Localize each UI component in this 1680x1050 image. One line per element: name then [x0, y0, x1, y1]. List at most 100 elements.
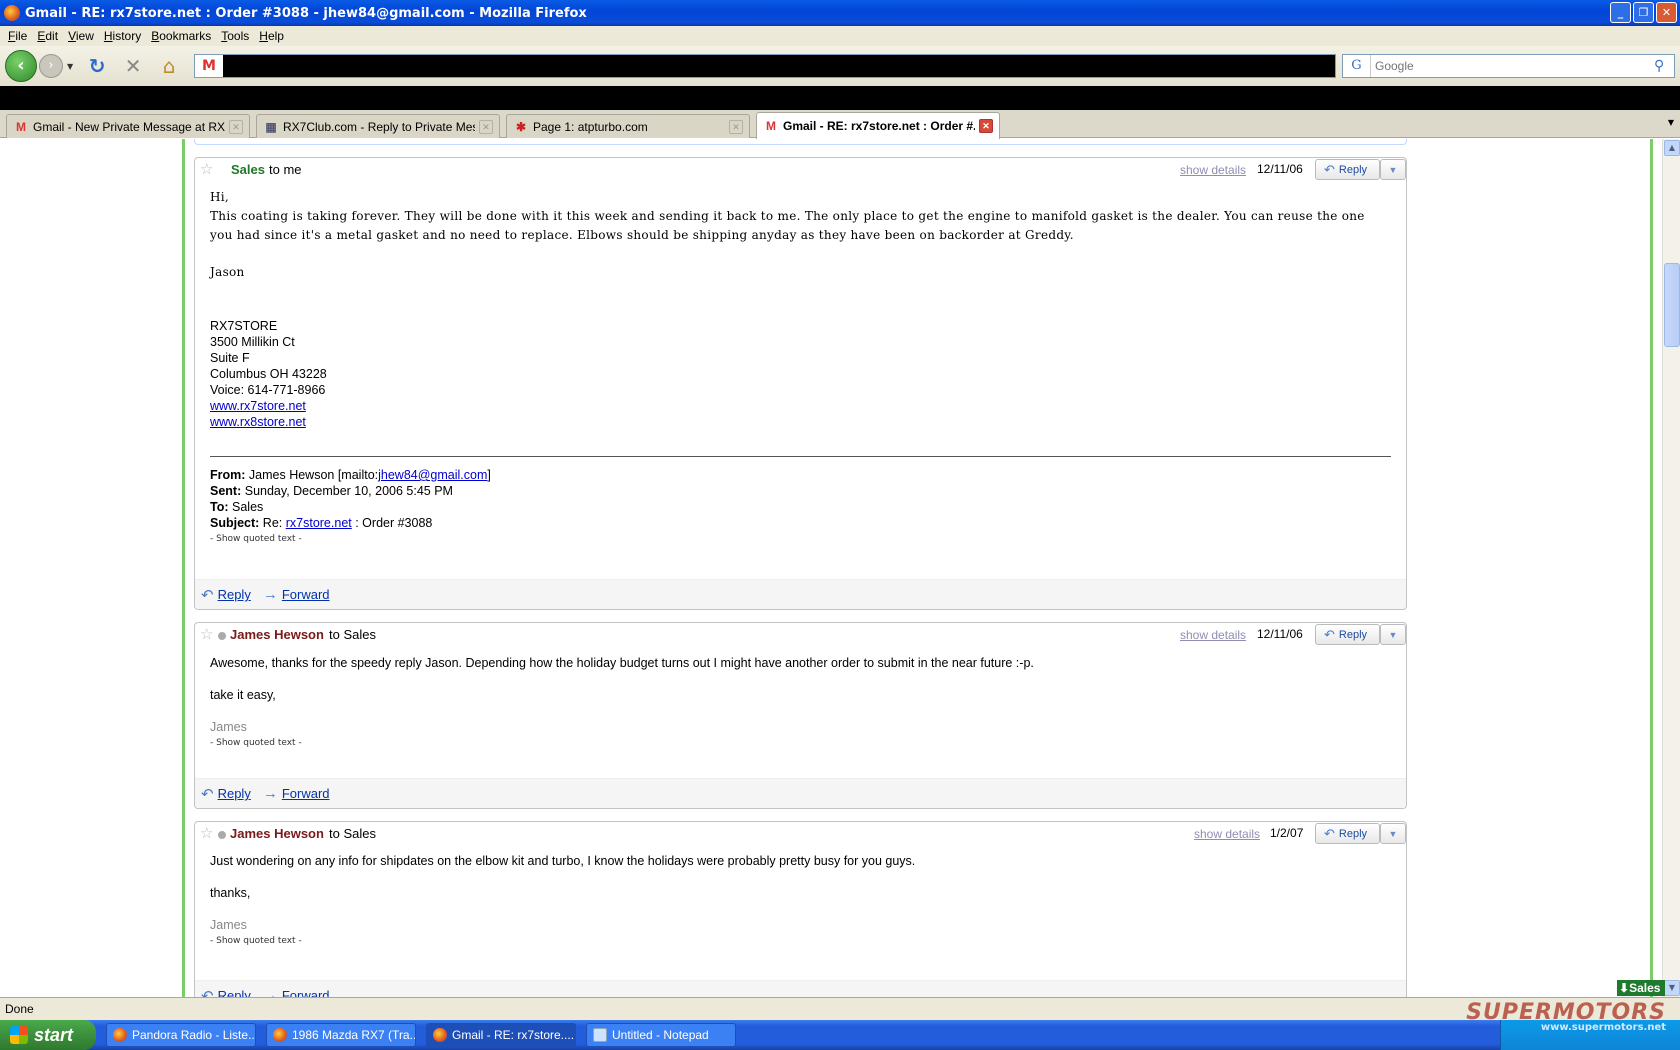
minimize-button[interactable]: _ [1610, 2, 1631, 23]
reply-label: Reply [1338, 628, 1368, 641]
show-details-link[interactable]: show details [1180, 628, 1246, 642]
tab-atpturbo[interactable]: ✱ Page 1: atpturbo.com ✕ [506, 114, 750, 138]
close-tab-icon[interactable]: ✕ [729, 119, 743, 134]
close-window-button[interactable]: ✕ [1656, 2, 1677, 23]
reply-button[interactable]: ↶ Reply [1315, 624, 1380, 645]
sender-name: Sales [231, 162, 265, 177]
menu-bookmarks[interactable]: Bookmarks [147, 29, 217, 43]
address-bar[interactable]: M [194, 54, 1336, 78]
forward-text: Forward [281, 988, 330, 997]
sender-name: James Hewson [230, 826, 324, 841]
recipient-text: to Sales [329, 627, 376, 642]
message-body: Hi, This coating is taking forever. They… [195, 182, 1406, 430]
footer-reply-link[interactable]: ↶ Reply [201, 987, 251, 998]
maximize-button[interactable]: ❐ [1633, 2, 1654, 23]
star-icon[interactable]: ☆ [200, 625, 213, 643]
firefox-icon [433, 1028, 447, 1042]
jump-to-sales-button[interactable]: ⬇Sales [1617, 980, 1665, 996]
search-box[interactable]: G ⚲ [1342, 54, 1675, 78]
from-value: James Hewson [mailto: [248, 468, 379, 482]
search-icon[interactable]: ⚲ [1654, 58, 1674, 74]
reply-button[interactable]: ↶ Reply [1315, 159, 1380, 180]
sent-value: Sunday, December 10, 2006 5:45 PM [244, 484, 453, 498]
message-footer: ↶ Reply → Forward [195, 778, 1406, 808]
taskbar-item-notepad[interactable]: Untitled - Notepad [586, 1023, 736, 1047]
reply-text: Reply [217, 988, 251, 997]
to-value: Sales [232, 500, 264, 514]
show-quoted-text-link[interactable]: - Show quoted text - [210, 933, 1391, 949]
message-body: Awesome, thanks for the speedy reply Jas… [195, 647, 1406, 751]
close-tab-icon[interactable]: ✕ [979, 119, 993, 133]
taskbar-item-gmail[interactable]: Gmail - RE: rx7store.... [426, 1023, 576, 1047]
footer-reply-link[interactable]: ↶ Reply [201, 586, 251, 604]
reply-label: Reply [1338, 827, 1368, 840]
reload-icon[interactable]: ↻ [85, 54, 109, 78]
windows-logo-icon [10, 1026, 28, 1044]
show-details-link[interactable]: show details [1180, 163, 1246, 177]
star-icon[interactable]: ☆ [200, 824, 213, 842]
tab-list-dropdown-icon[interactable]: ▼ [1668, 118, 1674, 127]
reply-button[interactable]: ↶ Reply [1315, 823, 1380, 844]
menu-file[interactable]: File [4, 29, 33, 43]
taskbar-item-mazda[interactable]: 1986 Mazda RX7 (Tra... [266, 1023, 416, 1047]
search-input[interactable] [1375, 59, 1654, 73]
footer-forward-link[interactable]: → Forward [263, 785, 330, 802]
tab-label: RX7Club.com - Reply to Private Message [283, 119, 475, 134]
history-dropdown-icon[interactable]: ▼ [67, 62, 73, 71]
search-engine-icon[interactable]: G [1343, 55, 1371, 77]
bookmarks-toolbar [0, 86, 1680, 110]
menu-history[interactable]: History [100, 29, 147, 43]
signature-line: RX7STORE [210, 319, 278, 333]
footer-reply-link[interactable]: ↶ Reply [201, 785, 251, 803]
message-header[interactable]: ☆ James Hewson to Sales show details 12/… [195, 623, 1406, 647]
start-label: start [34, 1024, 74, 1045]
star-icon[interactable]: ☆ [200, 160, 213, 178]
footer-forward-link[interactable]: → Forward [263, 987, 330, 997]
to-label: To: [210, 500, 229, 514]
reply-arrow-icon: ↶ [201, 987, 214, 998]
signature-line: 3500 Millikin Ct [210, 335, 295, 349]
show-quoted-text-link[interactable]: - Show quoted text - [210, 531, 1391, 547]
firefox-icon [4, 5, 20, 21]
footer-forward-link[interactable]: → Forward [263, 586, 330, 603]
message-text: take it easy, [210, 688, 276, 702]
menu-view[interactable]: View [64, 29, 100, 43]
rx7store-link[interactable]: www.rx7store.net [210, 399, 306, 413]
rx8store-link[interactable]: www.rx8store.net [210, 415, 306, 429]
stop-icon[interactable]: ✕ [121, 54, 145, 78]
message-card: ☆ James Hewson to Sales show details 12/… [194, 622, 1407, 809]
show-quoted-text-link[interactable]: - Show quoted text - [210, 735, 1391, 751]
menu-tools[interactable]: Tools [217, 29, 255, 43]
close-tab-icon[interactable]: ✕ [479, 119, 493, 134]
message-text: Just wondering on any info for shipdates… [210, 854, 916, 868]
signoff: James [210, 720, 247, 734]
subject-pre: Re: [262, 516, 283, 530]
menu-edit[interactable]: Edit [33, 29, 64, 43]
vertical-scrollbar[interactable]: ▲ ▼ [1662, 139, 1680, 997]
taskbar-item-pandora[interactable]: Pandora Radio - Liste... [106, 1023, 256, 1047]
tab-rx7club[interactable]: ▦ RX7Club.com - Reply to Private Message… [256, 114, 500, 138]
page-content: ☆ Sales to me show details 12/11/06 ↶ Rep… [0, 139, 1662, 997]
more-options-dropdown[interactable]: ▼ [1380, 159, 1406, 180]
back-button[interactable]: ‹ [5, 50, 37, 82]
email-link[interactable]: jhew84@gmail.com [378, 468, 487, 482]
menu-help[interactable]: Help [255, 29, 290, 43]
tab-gmail-order[interactable]: M Gmail - RE: rx7store.net : Order #... … [756, 112, 1000, 139]
message-text: Awesome, thanks for the speedy reply Jas… [210, 656, 1034, 670]
start-button[interactable]: start [0, 1020, 96, 1050]
reply-label: Reply [1338, 163, 1368, 176]
show-details-link[interactable]: show details [1194, 827, 1260, 841]
scroll-thumb[interactable] [1664, 263, 1680, 347]
tab-gmail-private-message[interactable]: M Gmail - New Private Message at RX7Clu.… [6, 114, 250, 138]
scroll-up-icon[interactable]: ▲ [1664, 140, 1680, 156]
message-header[interactable]: ☆ Sales to me show details 12/11/06 ↶ Rep… [195, 158, 1406, 182]
more-options-dropdown[interactable]: ▼ [1380, 624, 1406, 645]
forward-button[interactable]: › [39, 54, 63, 78]
close-tab-icon[interactable]: ✕ [229, 119, 243, 134]
message-body: Just wondering on any info for shipdates… [195, 846, 1406, 949]
more-options-dropdown[interactable]: ▼ [1380, 823, 1406, 844]
home-icon[interactable]: ⌂ [157, 54, 181, 78]
message-header[interactable]: ☆ James Hewson to Sales show details 1/2… [195, 822, 1406, 846]
scroll-down-icon[interactable]: ▼ [1664, 980, 1680, 996]
subject-link[interactable]: rx7store.net [286, 516, 352, 530]
